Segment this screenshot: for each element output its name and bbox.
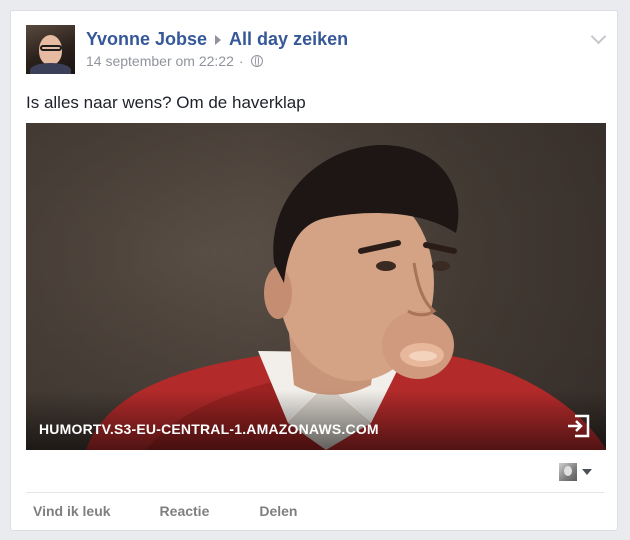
caret-down-icon [582, 469, 592, 475]
arrow-right-icon [215, 34, 222, 45]
post-actions: Vind ik leuk Reactie Delen [33, 503, 297, 519]
globe-icon[interactable] [250, 55, 263, 67]
group-name-link[interactable]: All day zeiken [229, 29, 348, 49]
audience-avatar-icon [559, 463, 577, 481]
author-avatar[interactable] [26, 25, 75, 74]
link-domain[interactable]: HUMORTV.S3-EU-CENTRAL-1.AMAZONAWS.COM [39, 421, 379, 437]
post-card: Yvonne Jobse All day zeiken 14 september … [10, 10, 618, 531]
like-button[interactable]: Vind ik leuk [33, 503, 111, 519]
link-preview-image[interactable]: HUMORTV.S3-EU-CENTRAL-1.AMAZONAWS.COM [26, 123, 606, 450]
caption-gradient [26, 390, 606, 450]
actions-divider [26, 492, 604, 493]
author-name-link[interactable]: Yvonne Jobse [86, 29, 207, 49]
post-timestamp[interactable]: 14 september om 22:22 [86, 53, 234, 69]
open-link-icon[interactable] [566, 413, 592, 439]
meta-separator: · [238, 53, 244, 69]
post-header: Yvonne Jobse All day zeiken [86, 28, 348, 50]
avatar-glasses [40, 45, 62, 51]
comment-button[interactable]: Reactie [160, 503, 210, 519]
post-meta: 14 september om 22:22 · [86, 53, 263, 69]
audience-selector[interactable] [559, 463, 592, 481]
avatar-shirt [30, 63, 71, 74]
post-text: Is alles naar wens? Om de haverklap [26, 93, 306, 112]
chevron-down-icon[interactable] [590, 28, 607, 45]
share-button[interactable]: Delen [259, 503, 297, 519]
